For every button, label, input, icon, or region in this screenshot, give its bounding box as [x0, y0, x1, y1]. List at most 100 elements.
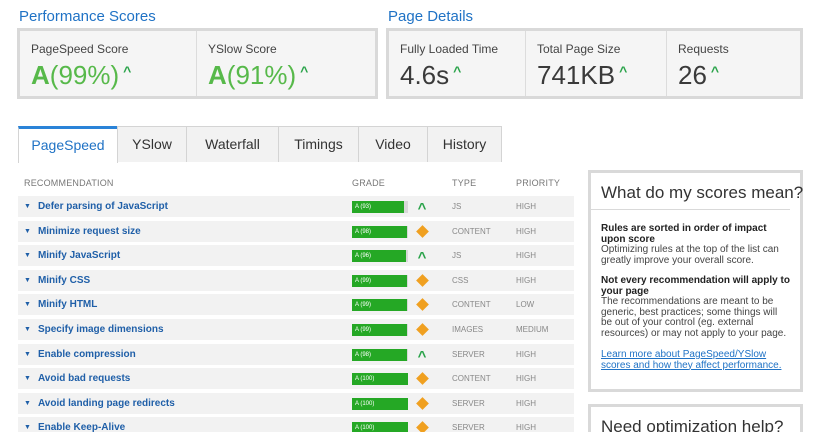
- recommendation-name[interactable]: ▼ Enable Keep-Alive: [24, 417, 125, 432]
- table-row[interactable]: ▼ Specify image dimensions A (99) IMAGES MED…: [18, 319, 574, 340]
- scores-help-title: What do my scores mean?: [591, 173, 803, 210]
- pagespeed-score-label: PageSpeed Score: [31, 42, 129, 56]
- learn-more-link[interactable]: Learn more about PageSpeed/YSlow scores …: [601, 349, 790, 371]
- tab-pagespeed[interactable]: PageSpeed: [18, 126, 118, 163]
- caret-up-icon: ^: [710, 63, 720, 79]
- diamond-icon: [415, 319, 429, 340]
- optimization-help-title: Need optimization help?: [591, 407, 790, 432]
- table-row[interactable]: ▼ Avoid landing page redirects A (100) SERV…: [18, 392, 574, 414]
- recommendation-priority: HIGH: [516, 202, 536, 211]
- caret-up-icon: ^: [417, 200, 427, 217]
- yslow-percent: (91%): [226, 60, 297, 90]
- grade-bar: A (98): [352, 225, 408, 238]
- table-row[interactable]: ▼ Avoid bad requests A (100) CONTENT HIGH: [18, 368, 574, 390]
- recommendation-label: Defer parsing of JavaScript: [37, 201, 168, 212]
- grade-label: A (99): [355, 277, 372, 284]
- yslow-score: YSlow Score A(91%) ^: [196, 31, 375, 96]
- caret-up-icon: ^: [417, 347, 427, 365]
- caret-up-icon: ^: [619, 63, 628, 79]
- diamond-icon: [415, 393, 429, 414]
- pagespeed-percent: (99%): [49, 60, 120, 90]
- recommendation-label: Enable compression: [37, 348, 136, 360]
- grade-bar: A (98): [352, 348, 408, 361]
- grade-label: A (98): [355, 351, 372, 358]
- table-row[interactable]: ▼ Enable compression A (98) ^ SERVER HIGH: [18, 343, 574, 365]
- table-row[interactable]: ▼ Minify CSS A (99) CSS HIGH: [18, 269, 574, 291]
- grade-label: A (98): [355, 228, 372, 235]
- recommendation-priority: HIGH: [516, 251, 536, 261]
- caret-down-icon: ▼: [24, 203, 31, 210]
- caret-down-icon: ▼: [24, 375, 31, 383]
- recommendation-type: JS: [452, 202, 462, 211]
- recommendation-priority: HIGH: [516, 226, 536, 236]
- page-details-panel: Fully Loaded Time 4.6s ^ Total Page Size …: [386, 28, 803, 99]
- load-time-label: Fully Loaded Time: [400, 42, 499, 56]
- grade-label: A (96): [355, 253, 372, 260]
- recommendation-name[interactable]: ▼ Avoid landing page redirects: [24, 393, 175, 414]
- scores-help-panel: What do my scores mean? Rules are sorted…: [588, 170, 803, 392]
- recommendation-name[interactable]: ▼ Specify image dimensions: [24, 319, 164, 340]
- recommendation-type: IMAGES: [452, 325, 484, 334]
- optimization-help-panel: Need optimization help?: [588, 404, 803, 432]
- recommendation-name[interactable]: ▼ Avoid bad requests: [24, 368, 130, 389]
- performance-scores-panel: PageSpeed Score A(99%) ^ YSlow Score A(91…: [17, 28, 378, 99]
- table-row[interactable]: ▼ Minify HTML A (99) CONTENT LOW: [18, 294, 574, 316]
- tab-yslow[interactable]: YSlow: [117, 126, 187, 162]
- caret-down-icon: ▼: [24, 227, 31, 235]
- tab-history[interactable]: History: [427, 126, 502, 162]
- recommendation-type: CONTENT: [452, 374, 491, 384]
- requests-value: 26: [678, 60, 707, 90]
- caret-up-icon: ^: [417, 249, 427, 267]
- caret-down-icon: ▼: [24, 252, 31, 260]
- report-tabs: PageSpeed YSlow Waterfall Timings Video …: [18, 126, 502, 163]
- recommendation-label: Avoid bad requests: [37, 373, 131, 385]
- grade-bar: A (99): [352, 274, 408, 287]
- recommendation-name[interactable]: ▼ Minimize request size: [24, 221, 141, 242]
- grade-label: A (100): [355, 425, 375, 432]
- grade-bar: A (96): [352, 250, 408, 263]
- caret-down-icon: ▼: [24, 301, 31, 309]
- recommendation-label: Avoid landing page redirects: [37, 397, 175, 409]
- header-type: TYPE: [452, 178, 477, 188]
- caret-up-icon: ^: [123, 63, 132, 79]
- recommendation-label: Minify HTML: [37, 299, 98, 311]
- grade-label: A (99): [355, 327, 372, 333]
- performance-scores-title: Performance Scores: [19, 8, 156, 25]
- header-grade: GRADE: [352, 178, 386, 188]
- fully-loaded-time: Fully Loaded Time 4.6s ^: [389, 31, 525, 96]
- recommendation-label: Minify CSS: [37, 274, 91, 286]
- caret-down-icon: ▼: [24, 399, 31, 407]
- diamond-icon: [415, 270, 429, 291]
- pagespeed-grade: A: [31, 60, 50, 90]
- tab-video[interactable]: Video: [358, 126, 428, 162]
- grade-bar: A (99): [352, 324, 408, 336]
- recommendation-label: Enable Keep-Alive: [37, 422, 126, 432]
- recommendation-name[interactable]: ▼ Minify HTML: [24, 294, 97, 315]
- table-row[interactable]: ▼ Defer parsing of JavaScript A (93) ^ JS HIG…: [18, 196, 574, 217]
- table-row[interactable]: ▼ Minimize request size A (98) CONTENT HIGH: [18, 220, 574, 242]
- recommendation-priority: MEDIUM: [516, 325, 549, 334]
- table-row[interactable]: ▼ Minify JavaScript A (96) ^ JS HIGH: [18, 245, 574, 267]
- recommendation-name[interactable]: ▼ Enable compression: [24, 344, 136, 365]
- yslow-score-label: YSlow Score: [208, 42, 277, 56]
- grade-bar: A (99): [352, 299, 408, 312]
- recommendation-type: CONTENT: [452, 226, 491, 236]
- load-time-value: 4.6s: [400, 60, 450, 90]
- recommendation-label: Minify JavaScript: [37, 250, 121, 262]
- recommendation-type: CONTENT: [452, 300, 491, 310]
- caret-up-icon: ^: [453, 63, 462, 79]
- recommendation-name[interactable]: ▼ Defer parsing of JavaScript: [24, 196, 168, 217]
- grade-label: A (100): [355, 376, 375, 383]
- header-recommendation: RECOMMENDATION: [24, 178, 114, 188]
- tab-waterfall[interactable]: Waterfall: [186, 126, 279, 162]
- recommendation-name[interactable]: ▼ Minify CSS: [24, 270, 90, 291]
- recommendation-type: SERVER: [452, 423, 485, 432]
- page-size-label: Total Page Size: [537, 42, 621, 56]
- caret-up-icon: ^: [300, 63, 309, 79]
- grade-bar: A (93): [352, 201, 408, 213]
- tab-timings[interactable]: Timings: [278, 126, 359, 162]
- caret-down-icon: ▼: [24, 276, 31, 284]
- recommendation-name[interactable]: ▼ Minify JavaScript: [24, 245, 120, 266]
- table-row[interactable]: ▼ Enable Keep-Alive A (100) SERVER HIGH: [18, 417, 574, 432]
- grade-label: A (93): [355, 204, 372, 210]
